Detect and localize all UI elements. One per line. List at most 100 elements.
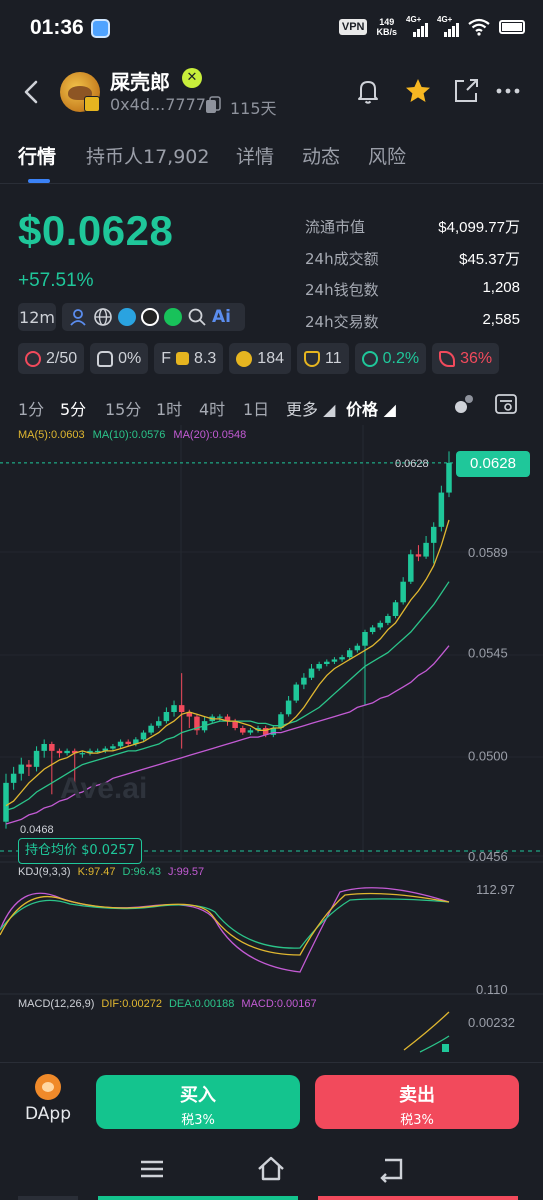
macd-dif: DIF:0.00272 — [101, 998, 162, 1010]
search-icon[interactable] — [187, 307, 207, 327]
candle — [392, 602, 399, 616]
wifi-icon — [468, 18, 490, 36]
interval-1h[interactable]: 1时 — [156, 396, 182, 420]
current-price: $0.0628 — [18, 207, 174, 254]
metric-trophy[interactable]: 11 — [297, 343, 349, 374]
interval-4h[interactable]: 4时 — [199, 396, 225, 420]
share-icon[interactable] — [451, 76, 481, 106]
dapp-edge — [18, 1196, 78, 1200]
price-axis-label: 0.0500 — [468, 748, 508, 763]
macd-legend: MACD(12,26,9) DIF:0.00272 DEA:0.00188 MA… — [18, 998, 317, 1010]
interval-15m[interactable]: 15分 — [105, 396, 141, 420]
metric-holders[interactable]: 2/50 — [18, 343, 85, 374]
token-name: 屎壳郎 — [110, 70, 170, 94]
last-price-label: 0.0628 — [395, 458, 429, 470]
candle — [26, 764, 32, 767]
buy-tax: 税3% — [181, 1113, 215, 1128]
status-indicators: VPN 149 KB/s 4G+ 4G+ — [338, 15, 525, 37]
interval-1d[interactable]: 1日 — [243, 396, 269, 420]
candle — [385, 616, 391, 623]
network-speed-value: 149 — [379, 17, 395, 27]
rocket-icon — [439, 350, 456, 367]
back-icon[interactable] — [18, 76, 46, 108]
interval-1m[interactable]: 1分 — [18, 396, 44, 420]
ai-icon[interactable]: Ai — [212, 307, 231, 327]
candle — [125, 741, 131, 744]
back-nav-icon[interactable] — [376, 1154, 406, 1184]
kdj-legend: KDJ(9,3,3) K:97.47 D:96.43 J:99.57 — [18, 866, 204, 878]
wechat-icon[interactable] — [164, 308, 182, 326]
candle — [308, 668, 315, 678]
stat-label: 24h交易数 — [305, 312, 379, 331]
user-icon[interactable] — [68, 307, 88, 327]
metric-value: 0% — [118, 349, 142, 367]
metric-score[interactable]: F 8.3 — [154, 343, 224, 374]
qq-icon[interactable] — [141, 308, 159, 326]
buy-button[interactable]: 买入 税3% — [96, 1075, 300, 1129]
stat-value: $4,099.77万 — [438, 219, 520, 236]
tab-risk[interactable]: 风险 — [368, 142, 406, 169]
trophy-icon — [304, 350, 320, 367]
candle — [156, 721, 162, 726]
tab-active-indicator — [28, 179, 50, 183]
kdj-k: K:97.47 — [77, 866, 116, 878]
candle — [217, 716, 223, 718]
candle — [362, 632, 368, 646]
candle — [148, 725, 154, 733]
metric-rocket[interactable]: 36% — [432, 343, 500, 374]
sell-button-edge — [318, 1196, 518, 1200]
candle — [64, 750, 70, 754]
social-links: Ai — [62, 303, 245, 331]
tab-market[interactable]: 行情 — [18, 142, 56, 169]
home-icon[interactable] — [256, 1154, 286, 1184]
dapp-icon — [35, 1074, 61, 1100]
bell-icon[interactable] — [353, 76, 383, 106]
globe-icon[interactable] — [93, 307, 113, 327]
indicator-settings-icon[interactable] — [452, 392, 476, 416]
metric-value: 11 — [325, 349, 342, 367]
hold-average-price[interactable]: 持仓均价 $0.0257 — [18, 838, 142, 864]
candle — [117, 741, 124, 747]
more-icon[interactable] — [493, 76, 523, 106]
watermark: Ave.ai — [60, 772, 148, 805]
metric-smile[interactable]: 0.2% — [354, 343, 427, 374]
kdj-title: KDJ(9,3,3) — [18, 866, 71, 878]
stat-row: 流通市值 $4,099.77万 — [305, 216, 520, 248]
sell-button[interactable]: 卖出 税3% — [315, 1075, 519, 1129]
candle — [324, 661, 330, 664]
candle — [346, 650, 353, 658]
tab-holders[interactable]: 持币人17,902 — [86, 142, 209, 169]
candle — [339, 657, 345, 660]
network-speed-unit: KB/s — [376, 27, 397, 37]
sell-tax: 税3% — [400, 1113, 434, 1128]
candle — [140, 732, 147, 740]
metrics-row: 2/50 0% F 8.3 184 11 0.2% 36% — [18, 343, 500, 374]
copy-icon[interactable] — [205, 96, 221, 114]
candle — [163, 712, 170, 722]
price-chart[interactable]: 0.05890.05450.05000.04560.06280.0468 — [0, 420, 543, 1070]
candle — [430, 526, 437, 543]
metric-dev[interactable]: 0% — [90, 343, 149, 374]
candle — [10, 773, 17, 783]
tab-activity[interactable]: 动态 — [302, 142, 340, 169]
dapp-button[interactable]: DApp — [20, 1074, 76, 1124]
tab-details[interactable]: 详情 — [236, 142, 274, 169]
interval-5m[interactable]: 5分 — [60, 396, 86, 420]
kdj-axis-bottom: 0.110 — [476, 982, 508, 997]
chef-icon — [97, 350, 114, 367]
telegram-icon[interactable] — [118, 308, 136, 326]
price-type-label: 价格 — [346, 400, 379, 419]
star-icon[interactable] — [403, 76, 433, 106]
macd-value: MACD:0.00167 — [241, 998, 317, 1010]
stat-label: 24h成交额 — [305, 249, 379, 268]
metric-value: 2/50 — [46, 349, 78, 367]
status-bar: 01:36 VPN 149 KB/s 4G+ 4G+ — [0, 0, 543, 60]
price-type-select[interactable]: 价格 ◢ — [346, 396, 396, 420]
chart-settings-icon[interactable] — [494, 392, 518, 416]
menu-icon[interactable] — [137, 1154, 167, 1184]
holders-icon — [25, 350, 41, 367]
more-intervals-button[interactable]: 更多 ◢ — [286, 396, 335, 420]
kdj-d-line — [0, 898, 450, 949]
candle — [377, 622, 384, 628]
metric-bag[interactable]: 184 — [229, 343, 291, 374]
